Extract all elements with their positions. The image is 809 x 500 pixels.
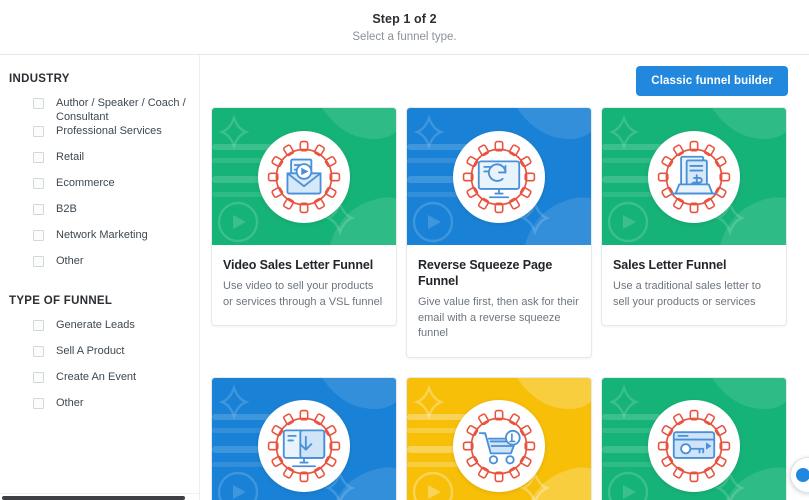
filter-group-title: TYPE OF FUNNEL xyxy=(9,295,113,307)
checkbox-icon[interactable] xyxy=(33,320,44,331)
checkbox-icon[interactable] xyxy=(33,204,44,215)
filter-item[interactable]: Other xyxy=(0,397,199,422)
shopping-cart-icon xyxy=(453,400,545,492)
funnel-type-main: Classic funnel builder Video Sales Lette… xyxy=(200,55,809,500)
key-card-icon xyxy=(648,400,740,492)
card-description: Use video to sell your products or servi… xyxy=(223,280,383,308)
filter-group-list: INDUSTRY Author / Speaker / Coach / Consu… xyxy=(0,73,199,422)
filter-item[interactable]: Professional Services xyxy=(0,125,199,150)
filter-item[interactable]: Generate Leads xyxy=(0,319,199,344)
checkbox-icon[interactable] xyxy=(33,230,44,241)
filter-item[interactable]: Sell A Product xyxy=(0,345,199,370)
filter-item[interactable]: Author / Speaker / Coach / Consultant xyxy=(0,97,199,124)
funnel-template-card[interactable] xyxy=(211,376,397,500)
filter-item[interactable]: Network Marketing xyxy=(0,229,199,254)
monitor-refresh-icon xyxy=(453,130,545,223)
card-description: Give value first, then ask for their ema… xyxy=(418,296,579,339)
filter-item[interactable]: Ecommerce xyxy=(0,177,199,202)
checkbox-icon[interactable] xyxy=(33,346,44,357)
filter-item-label: Professional Services xyxy=(56,125,162,137)
toolbar: Classic funnel builder xyxy=(200,55,809,107)
filters-sidebar: INDUSTRY Author / Speaker / Coach / Consu… xyxy=(0,55,200,500)
card-thumbnail[interactable] xyxy=(407,377,591,500)
card-text: Video Sales Letter Funnel Use video to se… xyxy=(212,245,396,325)
funnel-template-grid: Video Sales Letter Funnel Use video to se… xyxy=(200,107,809,500)
funnel-template-card[interactable]: Reverse Squeeze Page Funnel Give value fi… xyxy=(406,107,592,358)
filter-item-label: Other xyxy=(56,255,84,267)
filter-item[interactable]: Other xyxy=(0,255,199,280)
checkbox-icon[interactable] xyxy=(33,152,44,163)
card-title: Video Sales Letter Funnel xyxy=(223,258,374,272)
filter-item-label: Sell A Product xyxy=(56,345,125,357)
card-title: Reverse Squeeze Page Funnel xyxy=(418,258,553,288)
funnel-template-card[interactable] xyxy=(601,376,787,500)
page-subtitle: Select a funnel type. xyxy=(352,30,457,43)
card-description: Use a traditional sales letter to sell y… xyxy=(613,280,761,308)
checkbox-icon[interactable] xyxy=(33,256,44,267)
filter-item-label: Other xyxy=(56,397,84,409)
filter-item-label: Create An Event xyxy=(56,371,137,383)
filter-item[interactable]: B2B xyxy=(0,203,199,228)
filter-item-label: Network Marketing xyxy=(56,229,148,241)
sidebar-horizontal-scrollbar[interactable] xyxy=(0,493,199,500)
filter-item-label: Author / Speaker / Coach / Consultant xyxy=(56,97,186,123)
card-thumbnail[interactable] xyxy=(212,377,396,500)
card-thumbnail[interactable] xyxy=(602,377,786,500)
card-text: Reverse Squeeze Page Funnel Give value fi… xyxy=(407,245,591,357)
funnel-template-card[interactable] xyxy=(406,376,592,500)
filter-group: INDUSTRY Author / Speaker / Coach / Consu… xyxy=(0,73,199,280)
filter-item-label: B2B xyxy=(56,203,77,215)
laptop-document-icon xyxy=(648,130,740,223)
card-title: Sales Letter Funnel xyxy=(613,258,727,272)
classic-funnel-builder-button[interactable]: Classic funnel builder xyxy=(636,66,788,96)
filter-item[interactable]: Create An Event xyxy=(0,371,199,396)
video-envelope-icon xyxy=(258,130,350,223)
filter-item-label: Retail xyxy=(56,151,85,163)
checkbox-icon[interactable] xyxy=(33,398,44,409)
checkbox-icon[interactable] xyxy=(33,372,44,383)
filter-group: TYPE OF FUNNEL Generate Leads Sell A Produ… xyxy=(0,295,199,422)
checkbox-icon[interactable] xyxy=(33,98,44,109)
filter-item[interactable]: Retail xyxy=(0,151,199,176)
card-thumbnail[interactable] xyxy=(407,108,591,245)
checkbox-icon[interactable] xyxy=(33,178,44,189)
page-body: INDUSTRY Author / Speaker / Coach / Consu… xyxy=(0,55,809,500)
card-thumbnail[interactable] xyxy=(602,108,786,245)
checkbox-icon[interactable] xyxy=(33,126,44,137)
page-header: Step 1 of 2 Select a funnel type. xyxy=(0,0,809,55)
card-text: Sales Letter Funnel Use a traditional sal… xyxy=(602,245,786,325)
monitor-download-icon xyxy=(258,400,350,492)
funnel-template-card[interactable]: Sales Letter Funnel Use a traditional sal… xyxy=(601,107,787,326)
filter-item-label: Generate Leads xyxy=(56,319,135,331)
card-thumbnail[interactable] xyxy=(212,108,396,245)
funnel-template-card[interactable]: Video Sales Letter Funnel Use video to se… xyxy=(211,107,397,326)
step-indicator: Step 1 of 2 xyxy=(372,11,437,26)
filter-group-title: INDUSTRY xyxy=(9,73,70,85)
filter-item-label: Ecommerce xyxy=(56,177,115,189)
chat-bubble-icon xyxy=(796,468,809,482)
